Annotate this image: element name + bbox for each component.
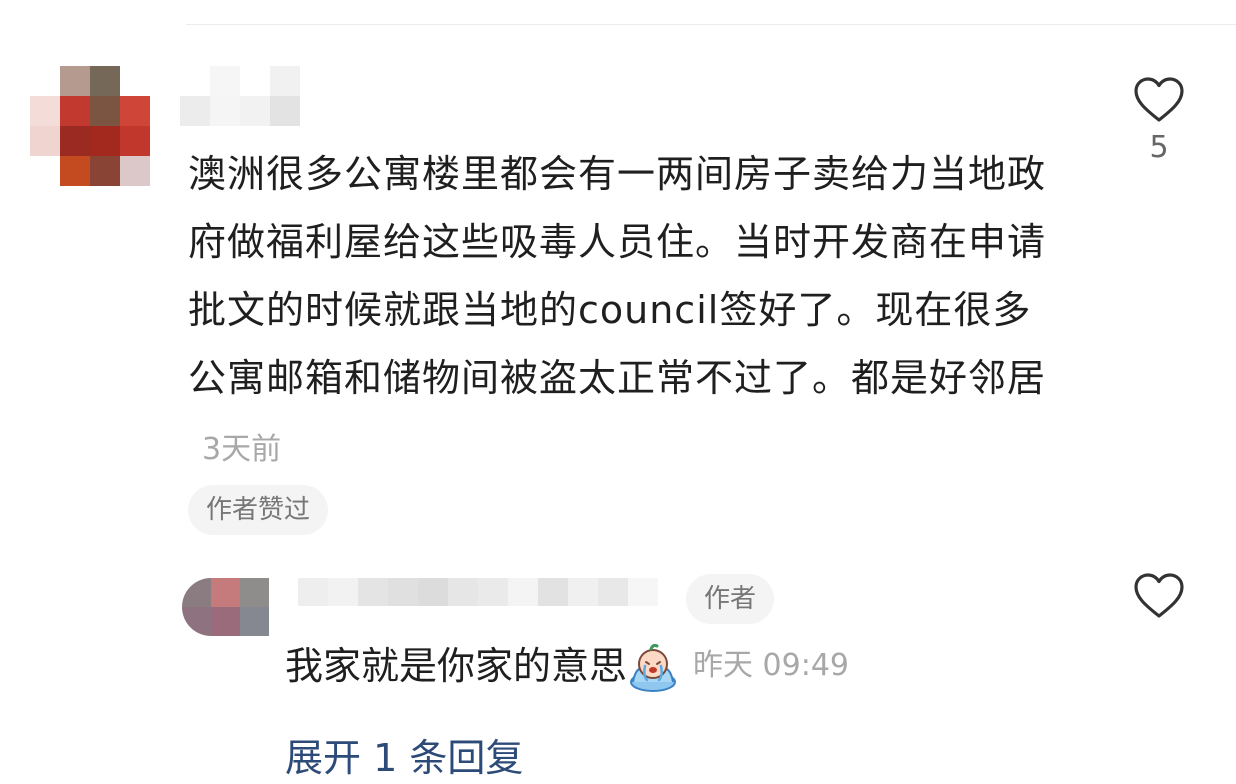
- author-tag: 作者: [686, 574, 775, 624]
- username-blurred[interactable]: [180, 66, 300, 126]
- reply-text: 我家就是你家的意思: [285, 644, 628, 688]
- author-liked-badge: 作者赞过: [188, 485, 329, 535]
- reply-like-button[interactable]: [1126, 572, 1192, 620]
- like-count: 5: [1149, 130, 1169, 165]
- reply-body: 我家就是你家的意思 昨天 09:49: [285, 636, 849, 696]
- comment-time: 3天前: [202, 432, 282, 467]
- top-divider: [186, 24, 1236, 25]
- comment-body: 澳洲很多公寓楼里都会有一两间房子卖给力当地政府做福利屋给这些吸毒人员住。当时开发…: [188, 140, 1058, 484]
- expand-replies-link[interactable]: 展开 1 条回复: [285, 732, 523, 784]
- heart-outline-icon: [1134, 573, 1184, 618]
- reply-time: 昨天 09:49: [693, 648, 850, 683]
- reply-username-blurred[interactable]: [298, 578, 658, 606]
- comment-text: 澳洲很多公寓楼里都会有一两间房子卖给力当地政府做福利屋给这些吸毒人员住。当时开发…: [188, 152, 1047, 400]
- heart-outline-icon: [1134, 77, 1184, 122]
- avatar[interactable]: [30, 66, 150, 186]
- like-button[interactable]: 5: [1126, 76, 1192, 165]
- reply-avatar[interactable]: [182, 578, 269, 636]
- crying-emoji-icon: [630, 643, 677, 692]
